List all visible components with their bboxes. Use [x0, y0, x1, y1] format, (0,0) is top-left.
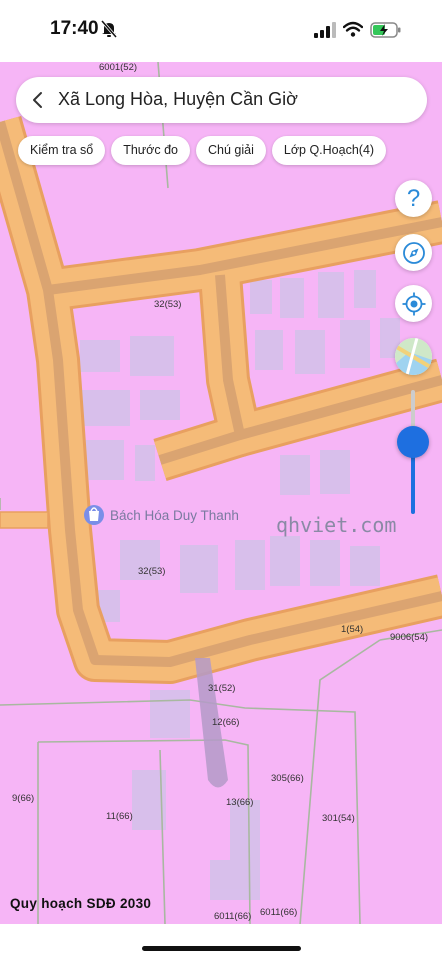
check-certificate-chip[interactable]: Kiểm tra sổ: [18, 136, 106, 165]
bottom-safe-area: [0, 924, 442, 960]
parcel-label: 32(53): [138, 566, 165, 577]
parcel-label: 12(66): [212, 717, 239, 728]
locate-icon: [402, 292, 425, 315]
signal-icon: [314, 22, 336, 38]
side-road-left: [0, 511, 49, 529]
location-header[interactable]: Xã Long Hòa, Huyện Cần Giờ: [16, 77, 427, 123]
planning-layers-chip[interactable]: Lớp Q.Hoạch(4): [271, 136, 387, 165]
poi-label: Bách Hóa Duy Thanh: [110, 508, 239, 523]
toolbar-chips: Kiểm tra sổ Thước đo Chú giải Lớp Q.Hoạc…: [18, 136, 387, 165]
help-icon: ?: [406, 184, 421, 212]
bell-muted-icon: [101, 20, 117, 38]
status-bar: 17:40: [0, 0, 442, 62]
zoom-slider-thumb[interactable]: [397, 426, 429, 458]
home-indicator[interactable]: [142, 946, 301, 951]
parcel-label: 6001(52): [99, 62, 137, 73]
parcel-label: 11(66): [106, 811, 133, 822]
parcel-label: 32(53): [154, 299, 181, 310]
map-type-icon: [395, 338, 432, 375]
measure-chip[interactable]: Thước đo: [111, 136, 190, 165]
locate-button[interactable]: [395, 285, 432, 322]
back-arrow-icon[interactable]: [28, 90, 48, 110]
map-type-button[interactable]: [395, 338, 432, 375]
parcel-label: 13(66): [226, 797, 253, 808]
parcel-label: 301(54): [322, 813, 355, 824]
watermark: qhviet.com: [276, 513, 396, 537]
parcel-label: 6011(66): [214, 911, 251, 922]
parcel-label: 9006(54): [390, 632, 428, 643]
legend-chip[interactable]: Chú giải: [196, 136, 266, 165]
compass-button[interactable]: [395, 234, 432, 271]
location-title: Xã Long Hòa, Huyện Cần Giờ: [58, 89, 298, 109]
parcel-label: 9(66): [12, 793, 34, 804]
parcel-label: 1(54): [341, 624, 363, 635]
battery-charging-icon: [370, 22, 401, 38]
compass-icon: [402, 241, 425, 264]
parcel-label: 6011(66): [260, 907, 297, 918]
clock: 17:40: [50, 18, 99, 39]
planning-layer-label: Quy hoạch SDĐ 2030: [10, 896, 152, 911]
parcel-label: 305(66): [271, 773, 304, 784]
help-button[interactable]: ?: [395, 180, 432, 217]
parcel-label: 31(52): [208, 683, 235, 694]
wifi-icon: [343, 21, 363, 37]
